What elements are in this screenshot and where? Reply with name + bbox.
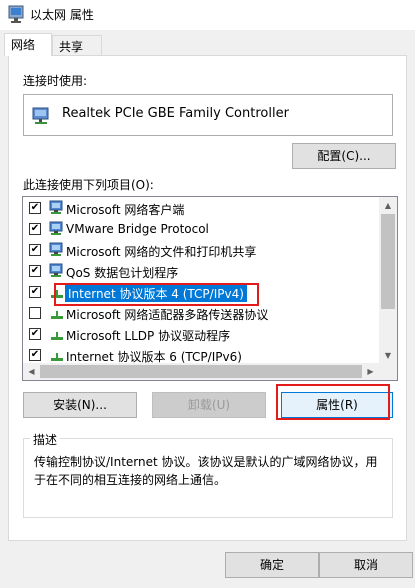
- components-list[interactable]: ✔ Microsoft 网络客户端 ✔ VMware Bridge Protocol ✔…: [22, 196, 398, 381]
- tab-strip: 网络 共享: [0, 31, 415, 56]
- scroll-up-icon[interactable]: ▲: [379, 197, 397, 214]
- scroll-thumb[interactable]: [381, 214, 395, 309]
- description-text: 传输控制协议/Internet 协议。该协议是默认的广域网络协议，用于在不同的相…: [34, 455, 378, 487]
- scroll-thumb-horizontal[interactable]: [40, 365, 362, 378]
- protocol-icon: [49, 347, 65, 364]
- item-checkbox[interactable]: [29, 307, 41, 319]
- protocol-icon: [49, 326, 65, 345]
- item-checkbox[interactable]: ✔: [29, 202, 41, 214]
- ok-button[interactable]: 确定: [225, 552, 319, 578]
- adapter-box: Realtek PCIe GBE Family Controller: [23, 94, 393, 136]
- network-adapter-icon: [32, 106, 52, 129]
- horizontal-scrollbar[interactable]: ◀ ▶: [23, 363, 397, 380]
- network-service-icon: [49, 221, 65, 240]
- protocol-icon: [49, 284, 65, 303]
- network-service-icon: [49, 242, 65, 261]
- install-button[interactable]: 安装(N)...: [23, 392, 137, 418]
- window-title: 以太网 属性: [30, 8, 94, 22]
- list-item[interactable]: ✔ Microsoft LLDP 协议驱动程序: [23, 324, 379, 345]
- scroll-down-icon[interactable]: ▼: [379, 347, 397, 364]
- item-checkbox[interactable]: ✔: [29, 244, 41, 256]
- item-checkbox[interactable]: ✔: [29, 349, 41, 361]
- list-item[interactable]: Microsoft 网络适配器多路传送器协议: [23, 303, 379, 324]
- components-list-items: ✔ Microsoft 网络客户端 ✔ VMware Bridge Protocol ✔…: [23, 197, 379, 364]
- item-label: Microsoft LLDP 协议驱动程序: [66, 329, 231, 343]
- scroll-right-icon[interactable]: ▶: [362, 363, 379, 380]
- cancel-button[interactable]: 取消: [319, 552, 413, 578]
- tab-panel-network: 连接时使用: Realtek PCIe GBE Family Controlle…: [8, 55, 407, 541]
- tab-network[interactable]: 网络: [4, 33, 52, 56]
- adapter-name: Realtek PCIe GBE Family Controller: [62, 106, 289, 121]
- configure-button[interactable]: 配置(C)...: [292, 143, 396, 169]
- scroll-left-icon[interactable]: ◀: [23, 363, 40, 380]
- tab-sharing[interactable]: 共享: [52, 35, 102, 55]
- item-checkbox[interactable]: ✔: [29, 223, 41, 235]
- list-item[interactable]: ✔ QoS 数据包计划程序: [23, 261, 379, 282]
- uninstall-button[interactable]: 卸载(U): [152, 392, 266, 418]
- list-item[interactable]: ✔ Internet 协议版本 6 (TCP/IPv6): [23, 345, 379, 364]
- title-bar: 以太网 属性: [0, 0, 415, 30]
- properties-button[interactable]: 属性(R): [281, 392, 393, 418]
- description-title: 描述: [30, 431, 61, 448]
- item-checkbox[interactable]: ✔: [29, 265, 41, 277]
- item-label: Microsoft 网络适配器多路传送器协议: [66, 308, 269, 322]
- item-checkbox[interactable]: ✔: [29, 286, 41, 298]
- network-service-icon: [49, 263, 65, 282]
- item-label: VMware Bridge Protocol: [66, 222, 209, 236]
- item-label: Microsoft 网络客户端: [66, 203, 185, 217]
- item-checkbox[interactable]: ✔: [29, 328, 41, 340]
- network-client-icon: [49, 200, 65, 219]
- protocol-icon: [49, 305, 65, 324]
- list-item[interactable]: ✔ Microsoft 网络的文件和打印机共享: [23, 240, 379, 261]
- network-adapter-icon: [8, 5, 24, 26]
- item-label: Internet 协议版本 4 (TCP/IPv4): [65, 285, 247, 302]
- list-item[interactable]: ✔ Microsoft 网络客户端: [23, 198, 379, 219]
- item-label: Microsoft 网络的文件和打印机共享: [66, 245, 257, 259]
- item-label: Internet 协议版本 6 (TCP/IPv6): [66, 350, 242, 364]
- description-group: 描述 传输控制协议/Internet 协议。该协议是默认的广域网络协议，用于在不…: [23, 431, 393, 518]
- item-label: QoS 数据包计划程序: [66, 266, 179, 280]
- connect-using-label: 连接时使用:: [23, 74, 88, 88]
- list-item[interactable]: ✔ Internet 协议版本 4 (TCP/IPv4): [23, 282, 379, 303]
- items-label: 此连接使用下列项目(O):: [23, 178, 154, 192]
- vertical-scrollbar[interactable]: ▲ ▼: [379, 197, 397, 364]
- list-item[interactable]: ✔ VMware Bridge Protocol: [23, 219, 379, 240]
